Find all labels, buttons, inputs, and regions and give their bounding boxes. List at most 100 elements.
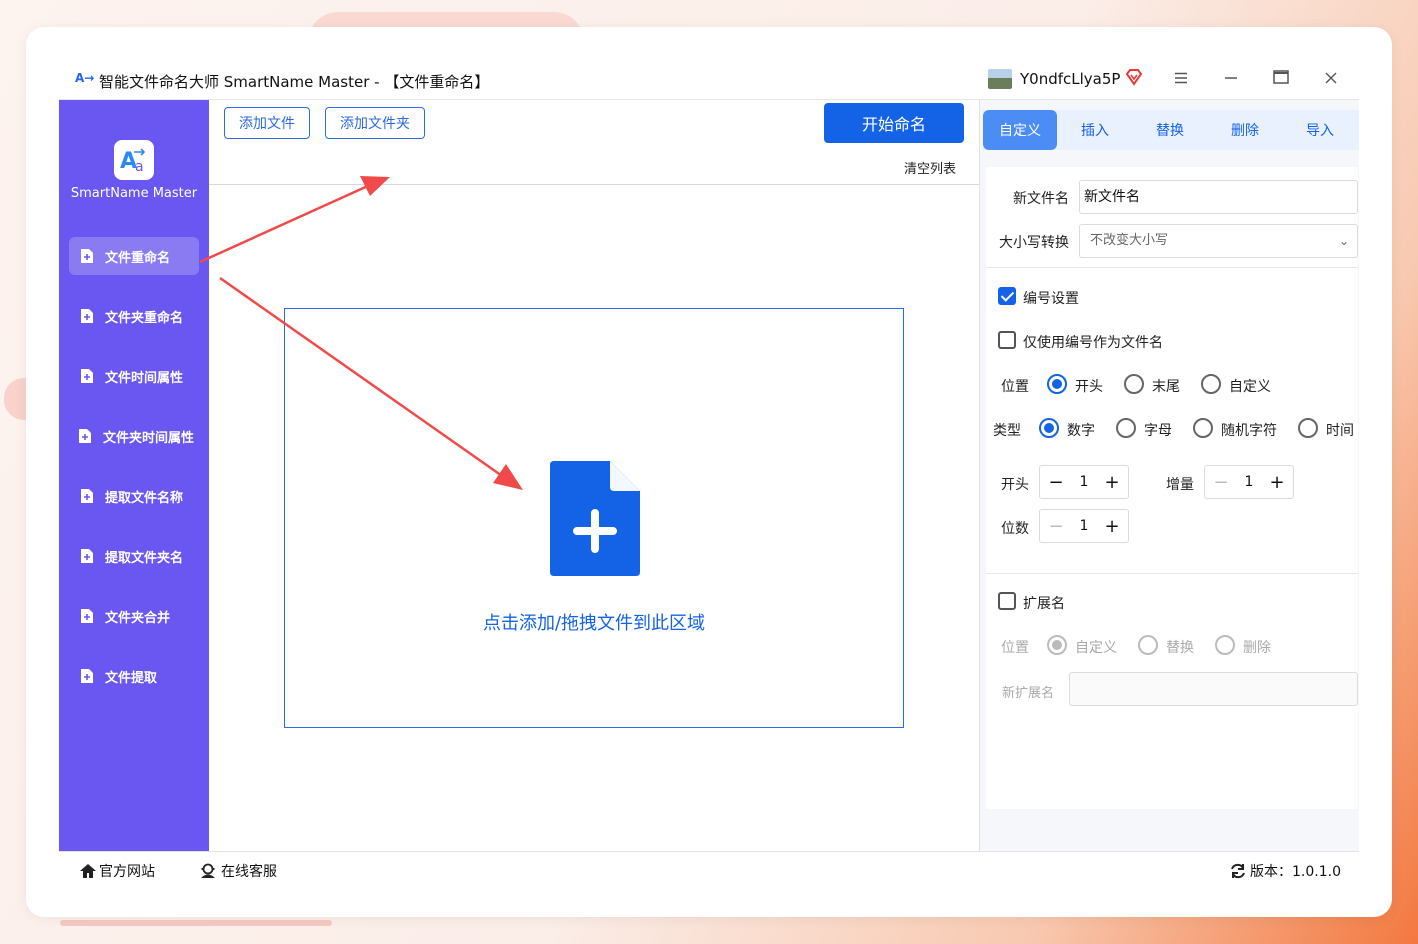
new-ext-input[interactable] [1069,672,1358,706]
new-name-input[interactable]: 新文件名 [1079,180,1358,214]
sidebar-item-file-rename[interactable]: 文件重命名 [69,237,199,275]
ext-option-label: 替换 [1166,640,1194,656]
increment-value: 1 [1244,474,1254,490]
type-option-label: 时间 [1326,423,1354,439]
official-website-link[interactable]: 官方网站 [79,861,155,881]
type-number-radio[interactable] [1039,418,1059,438]
sidebar-item-label: 文件夹重命名 [105,310,184,326]
type-time-radio[interactable] [1298,418,1318,438]
plus-icon[interactable]: + [1102,516,1122,537]
tab-insert[interactable]: 插入 [1058,110,1132,150]
only-number-label: 仅使用编号作为文件名 [1023,335,1163,351]
plus-icon[interactable]: + [1102,472,1122,493]
file-drop-zone[interactable]: 点击添加/拖拽文件到此区域 [284,308,904,728]
tab-custom[interactable]: 自定义 [983,110,1057,150]
ext-option-label: 自定义 [1075,640,1117,656]
digits-value: 1 [1079,518,1089,534]
position-start-radio[interactable] [1047,374,1067,394]
sidebar-item-label: 文件夹时间属性 [103,430,195,446]
sidebar-item-folder-merge[interactable]: 文件夹合并 [69,597,199,635]
sidebar-item-file-time[interactable]: 文件时间属性 [69,357,199,395]
background-decoration [60,920,332,926]
window-title: 智能文件命名大师 SmartName Master - 【文件重命名】 [99,73,490,91]
clear-list-link[interactable]: 清空列表 [904,158,956,177]
case-select[interactable]: 不改变大小写 ⌄ [1079,224,1358,258]
increment-stepper[interactable]: − 1 + [1204,465,1294,499]
file-add-icon [81,309,93,323]
ext-custom-radio[interactable] [1047,635,1067,655]
minus-icon[interactable]: − [1046,472,1066,493]
main-area: 添加文件 添加文件夹 开始命名 清空列表 点击添加/拖拽文件到此区域 [209,100,979,851]
start-stepper[interactable]: − 1 + [1039,465,1129,499]
type-option-label: 随机字符 [1221,423,1277,439]
type-random-radio[interactable] [1193,418,1213,438]
tab-delete[interactable]: 删除 [1208,110,1282,150]
position-option-label: 末尾 [1152,379,1180,395]
sidebar-item-file-extract[interactable]: 文件提取 [69,657,199,695]
smartname-logo-icon: A a [120,148,146,175]
digits-stepper[interactable]: − 1 + [1039,509,1129,543]
online-support-link[interactable]: 在线客服 [199,861,277,881]
ext-replace-radio[interactable] [1138,635,1158,655]
menu-icon[interactable] [1171,69,1191,89]
new-name-label: 新文件名 [1013,191,1069,207]
extension-checkbox[interactable] [998,592,1016,610]
svg-text:a: a [135,159,144,175]
user-name[interactable]: Y0ndfcLlya5P [1020,70,1120,88]
app-logo: A a [114,140,154,180]
add-file-icon [550,461,640,576]
sidebar-item-label: 文件提取 [105,670,158,686]
position-label: 位置 [1001,379,1029,395]
avatar[interactable] [988,69,1012,89]
vip-diamond-icon[interactable] [1125,68,1143,86]
status-bar: 官方网站 在线客服 版本：1.0.1.0 [59,851,1359,885]
minus-icon[interactable]: − [1211,472,1231,493]
sidebar-app-name: SmartName Master [70,186,198,201]
sidebar-item-label: 文件夹合并 [105,610,171,626]
position-end-radio[interactable] [1124,374,1144,394]
sidebar-item-folder-time[interactable]: 文件夹时间属性 [69,417,199,455]
tab-replace[interactable]: 替换 [1133,110,1207,150]
sidebar-item-label: 文件时间属性 [105,370,184,386]
version-info[interactable]: 版本：1.0.1.0 [1229,861,1341,881]
numbering-checkbox[interactable] [998,287,1016,305]
type-option-label: 数字 [1067,423,1095,439]
plus-icon[interactable]: + [1267,472,1287,493]
type-option-label: 字母 [1144,423,1172,439]
tab-import[interactable]: 导入 [1283,110,1357,150]
ext-position-label: 位置 [1001,640,1029,656]
ext-option-label: 删除 [1243,640,1271,656]
new-ext-label: 新扩展名 [1002,686,1055,701]
refresh-icon [1231,863,1245,879]
increment-label: 增量 [1166,477,1194,493]
maximize-icon[interactable] [1271,69,1291,89]
official-website-label: 官方网站 [99,864,155,880]
app-window: A→ 智能文件命名大师 SmartName Master - 【文件重命名】 Y… [59,59,1359,885]
sidebar-item-folder-rename[interactable]: 文件夹重命名 [69,297,199,335]
file-add-icon [81,609,93,623]
type-letter-radio[interactable] [1116,418,1136,438]
home-icon [80,864,96,878]
online-support-label: 在线客服 [221,864,277,880]
drop-zone-hint: 点击添加/拖拽文件到此区域 [482,613,706,634]
add-folder-button[interactable]: 添加文件夹 [325,107,425,139]
minus-icon[interactable]: − [1046,516,1066,537]
extension-label: 扩展名 [1023,596,1065,612]
add-file-button[interactable]: 添加文件 [224,107,310,139]
only-number-checkbox[interactable] [998,331,1016,349]
sidebar-item-extract-filename[interactable]: 提取文件名称 [69,477,199,515]
close-icon[interactable] [1321,69,1341,89]
sidebar: A a SmartName Master 文件重命名 文件夹重命名 文件时间属性… [59,100,209,851]
ext-delete-radio[interactable] [1215,635,1235,655]
divider [209,184,979,185]
start-rename-button[interactable]: 开始命名 [824,103,964,143]
position-option-label: 自定义 [1229,379,1271,395]
file-add-icon [81,369,93,383]
support-icon [201,863,215,878]
sidebar-item-extract-foldername[interactable]: 提取文件夹名 [69,537,199,575]
case-label: 大小写转换 [999,235,1069,251]
file-add-icon [81,669,93,683]
divider [986,573,1358,574]
position-custom-radio[interactable] [1201,374,1221,394]
minimize-icon[interactable] [1221,69,1241,89]
